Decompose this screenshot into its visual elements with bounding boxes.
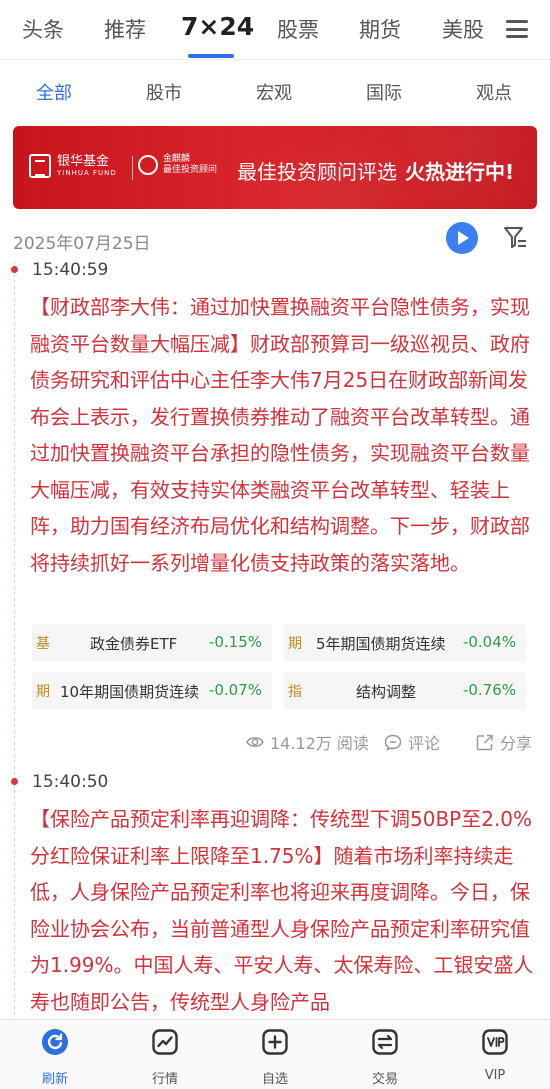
chip-change: -0.15%: [208, 633, 262, 651]
tab-futures[interactable]: 期货: [359, 14, 401, 44]
sub-tab-bar: 全部 股市 宏观 国际 观点: [0, 60, 550, 118]
chip-name: 10年期国债期货连续: [60, 683, 200, 701]
chip-change: -0.76%: [462, 681, 516, 699]
nav-market-label: 行情: [151, 1072, 178, 1087]
news-actions: 14.12万 阅读 评论 分享: [0, 730, 550, 754]
subtab-stock-market[interactable]: 股市: [146, 79, 182, 105]
filter-icon[interactable]: [502, 224, 528, 250]
share-label: 分享: [500, 734, 533, 753]
comment-button[interactable]: 评论: [384, 730, 440, 754]
chip-change: -0.04%: [462, 633, 516, 651]
nav-market[interactable]: 行情: [135, 1028, 195, 1087]
tab-7x24[interactable]: 7×24: [181, 12, 254, 41]
comment-icon: [384, 734, 402, 751]
subtab-opinion[interactable]: 观点: [476, 79, 512, 105]
subtab-international[interactable]: 国际: [366, 79, 402, 105]
subtab-macro[interactable]: 宏观: [256, 79, 292, 105]
ad-banner[interactable]: 银华基金 YINHUA FUND 金麒麟 最佳投资顾问 最佳投资顾问评选 火热进行…: [13, 126, 537, 209]
nav-watchlist[interactable]: 自选: [245, 1028, 305, 1087]
stock-chip[interactable]: 指 结构调整 -0.76%: [284, 672, 526, 710]
yinhua-logo-icon: [29, 154, 51, 178]
eye-icon: [246, 737, 264, 747]
chip-type-tag: 基: [36, 636, 50, 652]
menu-icon[interactable]: [506, 20, 528, 38]
read-count: 14.12万 阅读: [246, 730, 369, 754]
nav-vip-label: VIP: [484, 1068, 506, 1083]
chip-name: 政金债券ETF: [90, 635, 178, 653]
banner-slogan: 最佳投资顾问评选 火热进行中!: [237, 156, 514, 185]
exchange-icon: [372, 1029, 398, 1055]
news-body: 随着市场利率持续走低，人身保险产品预定利率也将迎来再度调降。今日，保险业协会公布…: [30, 843, 534, 1014]
news-body: 财政部预算司一级巡视员、政府债务研究和评估中心主任李大伟7月25日在财政部新闻发…: [30, 331, 530, 575]
tab-us-stocks[interactable]: 美股: [442, 14, 484, 44]
page: 头条 推荐 7×24 股票 期货 美股 全部 股市 宏观 国际 观点 银华基金 …: [0, 0, 550, 1089]
chip-type-tag: 期: [288, 636, 302, 652]
stock-chip[interactable]: 基 政金债券ETF -0.15%: [32, 624, 272, 662]
timeline-dot: [11, 266, 18, 273]
yinhua-fund-logo: 银华基金 YINHUA FUND: [29, 154, 117, 178]
feed-date: 2025年07月25日: [13, 234, 151, 254]
chart-line-icon: [152, 1029, 178, 1055]
subtab-all[interactable]: 全部: [36, 79, 72, 105]
timeline-line: [14, 262, 15, 1089]
nav-refresh[interactable]: 刷新: [25, 1028, 85, 1087]
nav-trade[interactable]: 交易: [355, 1028, 415, 1087]
timeline-dot: [11, 778, 18, 785]
brand2-line2: 最佳投资顾问: [163, 165, 218, 175]
banner-slogan-text: 最佳投资顾问评选: [237, 160, 397, 184]
qilin-logo-icon: [138, 155, 158, 175]
golden-qilin-logo: 金麒麟 最佳投资顾问: [138, 154, 217, 176]
news-item[interactable]: 【财政部李大伟：通过加快置换融资平台隐性债务，实现融资平台数量大幅压减】财政部预…: [30, 289, 536, 581]
chip-change: -0.07%: [208, 681, 262, 699]
news-item[interactable]: 【保险产品预定利率再迎调降：传统型下调50BP至2.0% 分红险保证利率上限降至…: [30, 801, 536, 1020]
nav-vip[interactable]: VIP: [465, 1028, 525, 1083]
stock-chip[interactable]: 期 10年期国债期货连续 -0.07%: [32, 672, 272, 710]
chip-name: 5年期国债期货连续: [316, 635, 446, 653]
nav-trade-label: 交易: [371, 1072, 398, 1087]
nav-watchlist-label: 自选: [261, 1072, 288, 1087]
bottom-nav: 刷新 行情 自选 交易 VIP: [0, 1019, 550, 1089]
news-time: 15:40:50: [32, 772, 109, 792]
brand2-line1: 金麒麟: [163, 154, 191, 164]
news-time: 15:40:59: [32, 260, 109, 280]
read-count-text: 14.12万 阅读: [270, 734, 369, 753]
chip-name: 结构调整: [356, 683, 417, 701]
comment-label: 评论: [408, 734, 441, 753]
share-icon: [476, 734, 493, 750]
chip-type-tag: 期: [36, 684, 50, 700]
stock-chip[interactable]: 期 5年期国债期货连续 -0.04%: [284, 624, 526, 662]
nav-refresh-label: 刷新: [41, 1072, 68, 1087]
active-tab-indicator: [188, 54, 234, 58]
brand1-subtext: YINHUA FUND: [57, 169, 117, 177]
tab-recommend[interactable]: 推荐: [104, 14, 146, 44]
tab-stocks[interactable]: 股票: [277, 14, 319, 44]
top-tab-bar: 头条 推荐 7×24 股票 期货 美股: [0, 0, 550, 60]
banner-slogan-bold: 火热进行中!: [405, 160, 515, 184]
plus-square-icon: [262, 1029, 288, 1055]
vip-icon: [482, 1029, 508, 1055]
chip-type-tag: 指: [288, 684, 302, 700]
brand1-text: 银华基金: [57, 154, 110, 169]
share-button[interactable]: 分享: [476, 730, 532, 754]
refresh-icon: [42, 1029, 68, 1055]
tab-headlines[interactable]: 头条: [22, 14, 64, 44]
banner-divider: [132, 156, 133, 180]
play-audio-button[interactable]: [446, 222, 478, 254]
